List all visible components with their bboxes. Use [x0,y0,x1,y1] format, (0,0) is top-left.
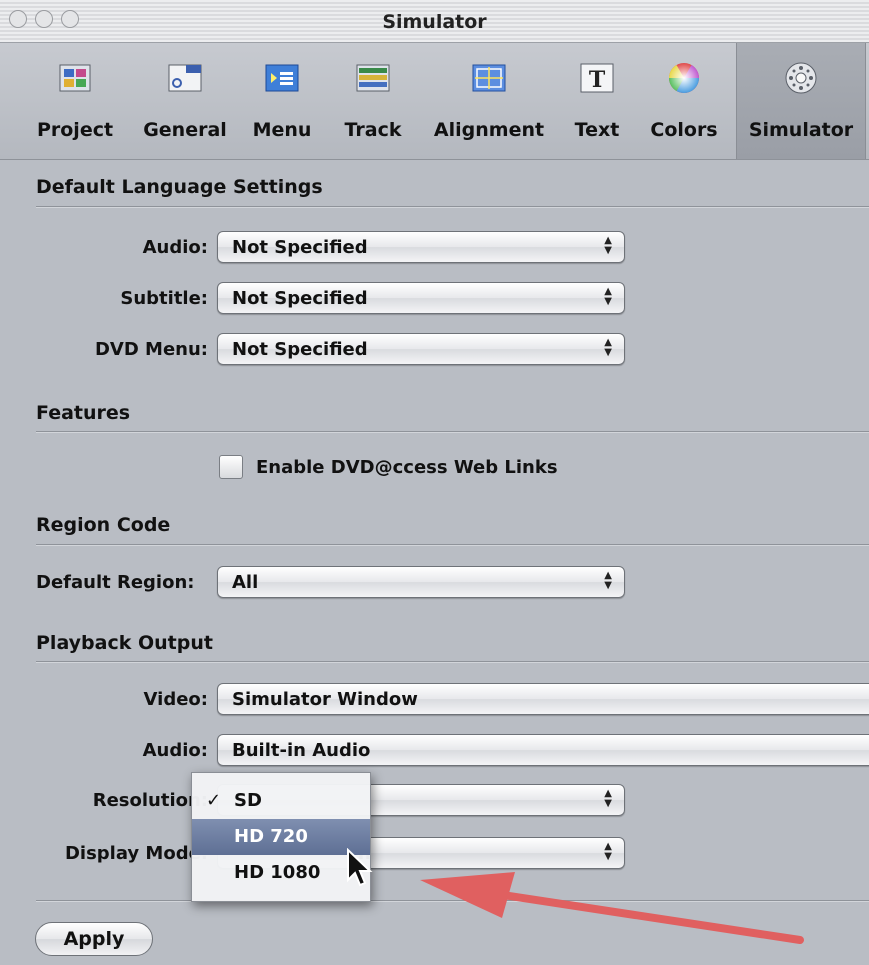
section-divider [36,206,869,208]
toolbar-label: Colors [650,119,718,141]
apply-button[interactable]: Apply [35,922,153,956]
mouse-cursor-icon [347,848,373,887]
resolution-label: Resolution: [92,790,208,811]
toolbar-label: Track [344,119,402,141]
popup-arrows-icon: ▲ ▼ [604,841,612,862]
toolbar-label: Project [36,119,114,141]
menu-icon [265,64,299,92]
dvd-menu-language-popup[interactable]: Not Specified ▲ ▼ [217,333,625,365]
resolution-option-hd720[interactable]: HD 720 [192,819,370,855]
window-title: Simulator [382,11,487,33]
dvd-menu-language-label: DVD Menu: [94,339,208,360]
default-region-label: Default Region: [36,572,195,593]
preferences-toolbar: Project General Menu Track Alignment T T… [0,43,869,160]
video-output-label: Video: [143,689,208,710]
menu-item-label: HD 1080 [234,862,321,883]
display-mode-label: Display Mode: [64,843,208,864]
popup-value: Not Specified [232,237,368,258]
audio-language-popup[interactable]: Not Specified ▲ ▼ [217,231,625,263]
popup-value: Not Specified [232,339,368,360]
track-icon [356,64,390,92]
video-output-popup[interactable]: Simulator Window [217,683,869,715]
popup-value: Simulator Window [232,689,418,710]
toolbar-item-simulator[interactable]: Simulator [736,43,866,159]
resolution-option-hd1080[interactable]: HD 1080 [192,855,370,891]
popup-value: Not Specified [232,288,368,309]
section-heading-region: Region Code [36,514,171,536]
popup-arrows-icon: ▲ ▼ [604,286,612,307]
web-links-checkbox[interactable] [219,455,243,479]
text-icon: T [580,63,614,93]
section-divider [36,431,869,433]
resolution-menu: ✓ SD HD 720 HD 1080 [191,772,371,902]
toolbar-item-text[interactable]: T Text [566,43,628,159]
toolbar-label: Simulator [748,119,854,141]
section-divider [36,544,869,546]
web-links-label[interactable]: Enable DVD@ccess Web Links [256,457,558,478]
resolution-option-sd[interactable]: ✓ SD [192,783,370,819]
colors-icon [669,63,699,94]
section-heading-language: Default Language Settings [36,176,323,198]
default-region-popup[interactable]: All ▲ ▼ [217,566,625,598]
subtitle-language-label: Subtitle: [120,288,208,309]
subtitle-language-popup[interactable]: Not Specified ▲ ▼ [217,282,625,314]
audio-output-popup[interactable]: Built-in Audio [217,734,869,766]
general-icon [168,64,202,92]
toolbar-label: General [143,119,227,141]
audio-output-label: Audio: [142,740,208,761]
svg-text:T: T [589,67,606,93]
popup-arrows-icon: ▲ ▼ [604,235,612,256]
toolbar-item-alignment[interactable]: Alignment [426,43,552,159]
popup-value: Built-in Audio [232,740,371,761]
audio-language-label: Audio: [142,237,208,258]
toolbar-item-general[interactable]: General [136,43,234,159]
title-bar[interactable]: Simulator [0,0,869,43]
section-heading-playback: Playback Output [36,632,213,654]
simulator-icon [785,62,817,94]
toolbar-label: Text [574,119,620,141]
menu-item-label: HD 720 [234,826,308,847]
popup-arrows-icon: ▲ ▼ [604,570,612,591]
toolbar-label: Alignment [433,119,545,141]
toolbar-item-project[interactable]: Project [28,43,122,159]
alignment-icon [472,64,506,92]
toolbar-item-track[interactable]: Track [334,43,412,159]
popup-value: All [232,572,259,593]
toolbar-label: Menu [252,119,312,141]
annotation-arrow-icon [420,872,804,944]
popup-arrows-icon: ▲ ▼ [604,337,612,358]
project-icon [59,64,91,92]
toolbar-item-menu[interactable]: Menu [246,43,318,159]
checkmark-icon: ✓ [206,790,222,811]
menu-item-label: SD [234,790,262,811]
section-heading-features: Features [36,402,131,424]
toolbar-item-colors[interactable]: Colors [642,43,726,159]
section-divider [36,661,869,663]
popup-arrows-icon: ▲ ▼ [604,788,612,809]
